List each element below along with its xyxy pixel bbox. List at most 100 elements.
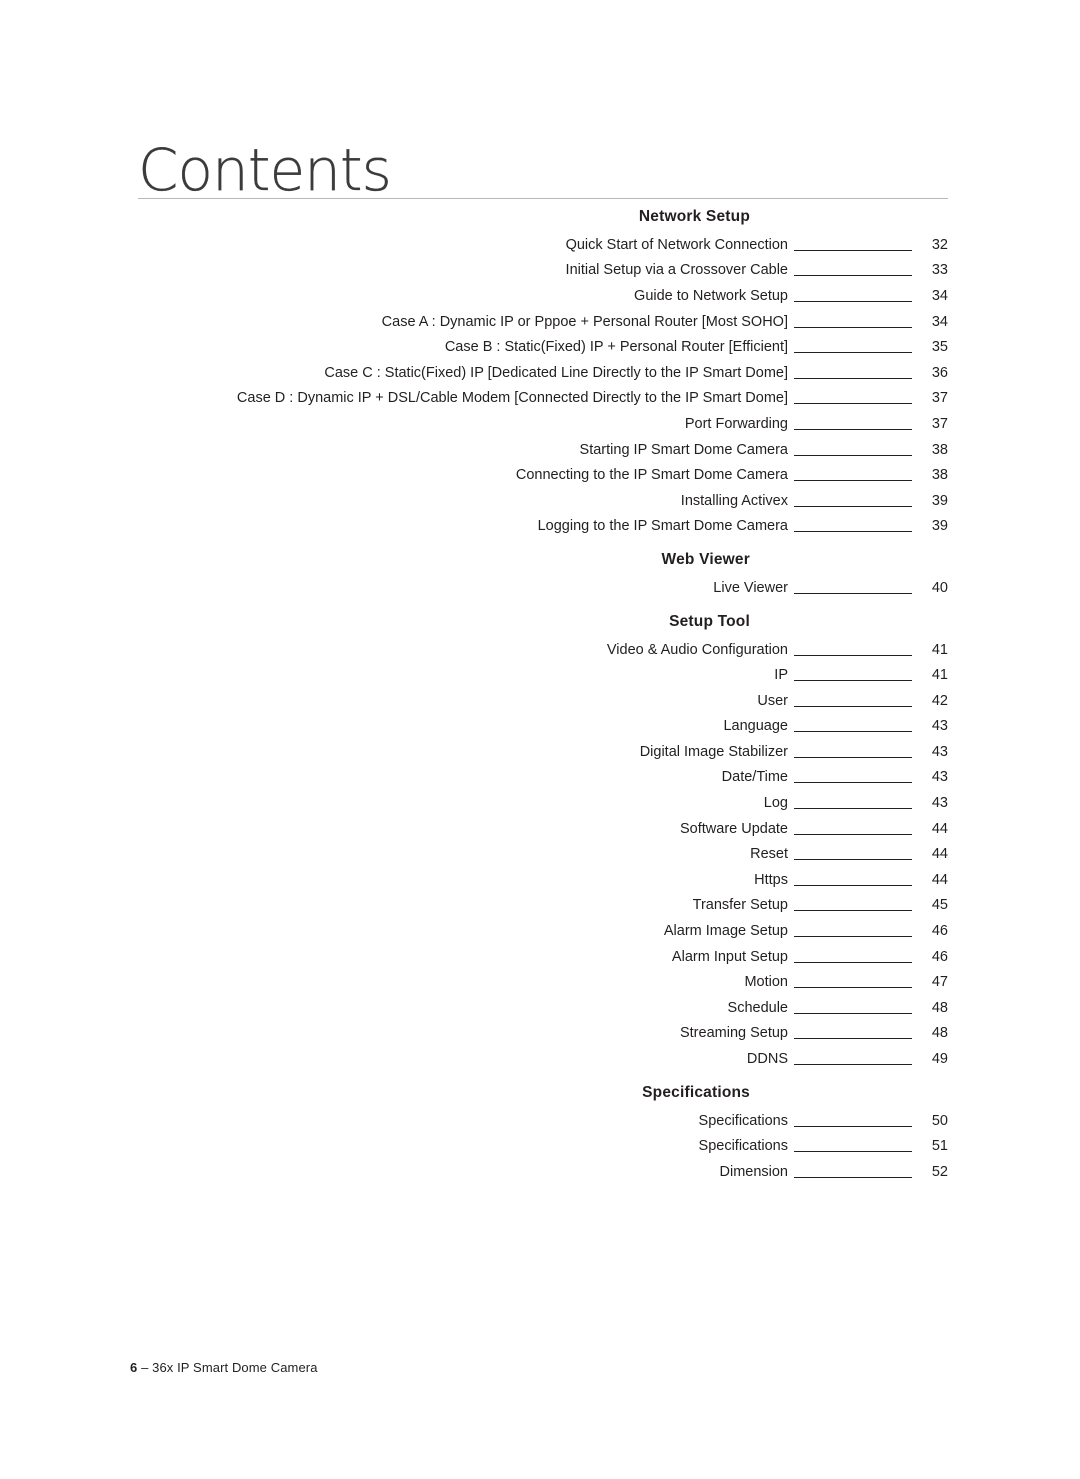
toc-entry-label: Case B : Static(Fixed) IP + Personal Rou… <box>444 339 788 356</box>
document-page: Contents Network Setup Quick Start of Net… <box>0 0 1080 1479</box>
toc-section-heading: Network Setup <box>638 208 750 225</box>
toc-entry-page-number: 43 <box>931 743 948 760</box>
toc-entry-leader <box>794 315 912 329</box>
toc-section-heading: Setup Tool <box>669 612 750 630</box>
toc-entry[interactable]: Installing Activex 39 <box>138 488 948 514</box>
footer-page-number: 6 <box>130 1360 138 1375</box>
toc-entry[interactable]: Port Forwarding 37 <box>138 411 948 437</box>
toc-entry-label: Case C : Static(Fixed) IP [Dedicated Lin… <box>324 364 788 381</box>
toc-entry-leader <box>794 443 912 457</box>
toc-entry-leader <box>794 847 912 861</box>
toc-section-heading: Specifications <box>642 1083 750 1101</box>
toc-entry-leader <box>794 796 912 810</box>
toc-entry-leader <box>794 417 912 431</box>
toc-entry[interactable]: Case C : Static(Fixed) IP [Dedicated Lin… <box>138 360 948 386</box>
toc-entry-label: Digital Image Stabilizer <box>639 743 788 760</box>
toc-entry-page-number: 37 <box>931 415 948 432</box>
toc-entry-label: Quick Start of Network Connection <box>565 236 788 253</box>
toc-entry-page-number: 41 <box>931 641 948 658</box>
toc-entry-page-number: 34 <box>931 313 948 330</box>
toc-entry-leader <box>794 391 912 405</box>
toc-entry[interactable]: Log 43 <box>138 790 948 816</box>
toc-entry-label: Installing Activex <box>680 492 788 509</box>
toc-entry[interactable]: Quick Start of Network Connection 32 <box>138 232 948 258</box>
toc-entry[interactable]: Live Viewer 40 <box>138 575 948 601</box>
toc-entry-leader <box>794 289 912 303</box>
toc-entry-leader <box>794 1165 912 1179</box>
toc-entry-page-number: 45 <box>931 897 948 914</box>
toc-entry-label: Streaming Setup <box>679 1025 788 1042</box>
toc-entry-label: Specifications <box>698 1112 788 1129</box>
toc-section-heading: Web Viewer <box>661 551 750 569</box>
toc-entry-label: Connecting to the IP Smart Dome Camera <box>515 467 788 484</box>
toc-entry-page-number: 48 <box>931 1025 948 1042</box>
toc-entry-leader <box>794 770 912 784</box>
toc-entry[interactable]: Case B : Static(Fixed) IP + Personal Rou… <box>138 334 948 360</box>
toc-entry[interactable]: DDNS 49 <box>138 1046 948 1072</box>
toc-entry[interactable]: Schedule 48 <box>138 995 948 1021</box>
footer-dash: – <box>141 1360 149 1375</box>
toc-entry[interactable]: User 42 <box>138 688 948 714</box>
toc-entry-label: Dimension <box>719 1163 789 1180</box>
toc-entry-leader <box>794 1052 912 1066</box>
toc-entry[interactable]: Transfer Setup 45 <box>138 893 948 919</box>
toc-entry[interactable]: Language 43 <box>138 714 948 740</box>
toc-entry-label: Guide to Network Setup <box>634 287 788 304</box>
toc-entry-page-number: 49 <box>931 1051 948 1068</box>
toc-entry[interactable]: Initial Setup via a Crossover Cable 33 <box>138 258 948 284</box>
toc-entry[interactable]: Specifications 50 <box>138 1108 948 1134</box>
toc-entry[interactable]: Connecting to the IP Smart Dome Camera 38 <box>138 462 948 488</box>
toc-entry-page-number: 40 <box>931 579 948 596</box>
toc-entry[interactable]: Logging to the IP Smart Dome Camera 39 <box>138 514 948 540</box>
toc-entry-leader <box>794 340 912 354</box>
toc-entry-label: Software Update <box>679 820 788 837</box>
toc-entry-label: Port Forwarding <box>684 415 788 432</box>
toc-entry[interactable]: Alarm Input Setup 46 <box>138 944 948 970</box>
toc-entry[interactable]: Streaming Setup 48 <box>138 1021 948 1047</box>
toc-entry[interactable]: Case A : Dynamic IP or Pppoe + Personal … <box>138 309 948 335</box>
toc-entry-label: Motion <box>744 974 788 991</box>
toc-entry[interactable]: IP 41 <box>138 662 948 688</box>
toc-entry-page-number: 36 <box>931 364 948 381</box>
page-footer: 6 – 36x IP Smart Dome Camera <box>130 1360 318 1375</box>
toc-entry-leader <box>794 719 912 733</box>
toc-entry[interactable]: Digital Image Stabilizer 43 <box>138 739 948 765</box>
toc-entry[interactable]: Dimension 52 <box>138 1159 949 1185</box>
toc-entry-leader <box>794 745 912 759</box>
toc-entry-page-number: 41 <box>931 667 948 684</box>
toc-entry[interactable]: Specifications 51 <box>138 1133 948 1159</box>
toc-entry-page-number: 38 <box>931 467 948 484</box>
toc-entry[interactable]: Date/Time 43 <box>138 765 948 791</box>
title-divider <box>138 198 948 199</box>
toc-entry-page-number: 39 <box>931 492 948 509</box>
toc-entry-leader <box>794 263 912 277</box>
toc-entry-page-number: 32 <box>931 236 948 253</box>
toc-entry-label: Logging to the IP Smart Dome Camera <box>537 518 788 535</box>
toc-entry[interactable]: Reset 44 <box>138 841 948 867</box>
toc-entry[interactable]: Starting IP Smart Dome Camera 38 <box>138 437 948 463</box>
toc-entry-label: Case D : Dynamic IP + DSL/Cable Modem [C… <box>236 390 788 407</box>
page-title-wrap: Contents <box>138 140 948 200</box>
toc-entry[interactable]: Guide to Network Setup 34 <box>138 283 948 309</box>
toc-entry[interactable]: Video & Audio Configuration 41 <box>138 637 948 663</box>
toc-entry[interactable]: Software Update 44 <box>138 816 948 842</box>
toc-entry[interactable]: Motion 47 <box>138 969 948 995</box>
toc-entry-page-number: 47 <box>931 974 948 991</box>
toc-entry-label: Video & Audio Configuration <box>606 641 788 658</box>
toc-entry-page-number: 39 <box>931 518 948 535</box>
toc-entry-leader <box>794 822 912 836</box>
toc-entry-page-number: 46 <box>931 948 948 965</box>
toc-entry-leader <box>794 1026 912 1040</box>
toc-entry-leader <box>794 873 912 887</box>
toc-entry-page-number: 48 <box>931 999 948 1016</box>
toc-entry[interactable]: Https 44 <box>138 867 948 893</box>
toc-entry-label: Specifications <box>698 1138 788 1155</box>
toc-entry-page-number: 46 <box>931 923 948 940</box>
toc-entry-leader <box>794 898 912 912</box>
toc-entry-page-number: 34 <box>931 287 948 304</box>
toc-entry-leader <box>794 694 912 708</box>
toc-entry-label: DDNS <box>746 1051 788 1068</box>
toc-entry[interactable]: Case D : Dynamic IP + DSL/Cable Modem [C… <box>138 386 948 412</box>
toc-entry-label: Case A : Dynamic IP or Pppoe + Personal … <box>381 313 788 330</box>
toc-entry[interactable]: Alarm Image Setup 46 <box>138 918 948 944</box>
